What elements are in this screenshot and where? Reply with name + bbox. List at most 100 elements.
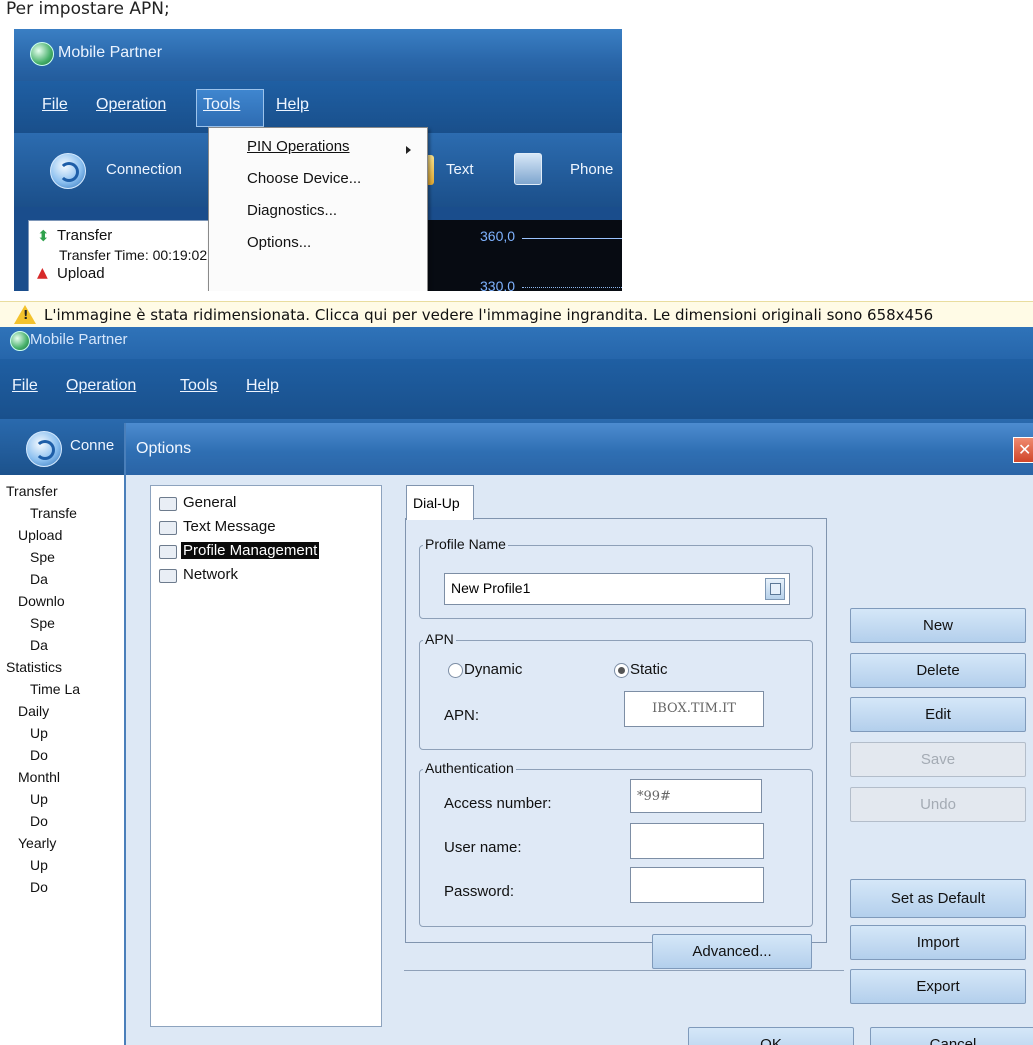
folder-icon: [159, 521, 177, 535]
title-bar: Mobile Partner: [0, 327, 1033, 359]
tree-item-label: Da: [30, 637, 48, 653]
set-default-button[interactable]: Set as Default: [850, 879, 1026, 918]
connection-icon[interactable]: [50, 153, 86, 189]
menu-tools[interactable]: Tools: [180, 377, 217, 395]
tree-item-label: Do: [30, 879, 48, 895]
toolbar-connection-label[interactable]: Conne: [70, 437, 114, 454]
tree-item-label: Downlo: [18, 593, 65, 609]
save-profile-button[interactable]: Save: [850, 742, 1026, 777]
tree-item[interactable]: Do: [30, 747, 48, 763]
tab-dial-up[interactable]: Dial-Up: [406, 485, 474, 520]
dropdown-button[interactable]: [765, 578, 785, 600]
phonebook-icon[interactable]: [514, 153, 542, 185]
tree-item[interactable]: Time La: [30, 681, 80, 697]
radio-static[interactable]: [614, 663, 629, 678]
tree-item-label: Da: [30, 571, 48, 587]
tree-item[interactable]: Da: [30, 571, 48, 587]
toolbar-text-label[interactable]: Text: [446, 161, 474, 178]
tree-item[interactable]: Upload: [18, 527, 62, 543]
toolbar-connection-label[interactable]: Connection: [106, 161, 182, 178]
user-name-input[interactable]: [630, 823, 764, 859]
profile-select-value: New Profile1: [451, 580, 531, 596]
menu-help[interactable]: Help: [276, 96, 309, 114]
menu-tools[interactable]: Tools: [203, 96, 240, 114]
nav-label: General: [183, 494, 237, 511]
tree-item-label: Yearly: [18, 835, 57, 851]
nav-label: Profile Management: [181, 542, 320, 559]
tab-label: Dial-Up: [413, 495, 460, 511]
undo-button[interactable]: Undo: [850, 787, 1026, 822]
password-label: Password:: [444, 883, 515, 900]
menu-file[interactable]: File: [42, 96, 68, 114]
app-title: Mobile Partner: [30, 331, 128, 348]
radio-static-label[interactable]: Static: [630, 661, 668, 678]
tree-item[interactable]: Up: [30, 791, 48, 807]
menu-item-options[interactable]: Options...: [247, 234, 311, 251]
tree-item[interactable]: Downlo: [18, 593, 65, 609]
tree-item[interactable]: Up: [30, 857, 48, 873]
dialog-title: Options: [136, 440, 192, 457]
profile-name-legend: Profile Name: [423, 536, 508, 552]
title-bar: Mobile Partner: [14, 29, 622, 81]
cancel-button[interactable]: Cancel: [870, 1027, 1033, 1045]
apn-input[interactable]: IBOX.TIM.IT: [624, 691, 764, 727]
tree-item[interactable]: Do: [30, 879, 48, 895]
password-input[interactable]: [630, 867, 764, 903]
screenshot-tools-menu: Mobile Partner File Operation Tools Help…: [14, 29, 622, 291]
tree-item[interactable]: Transfe: [30, 505, 77, 521]
close-icon: ✕: [1018, 440, 1032, 459]
chart-gridline: [522, 287, 622, 288]
tree-item-label: Time La: [30, 681, 81, 697]
tree-item[interactable]: Up: [30, 725, 48, 741]
menu-help[interactable]: Help: [246, 377, 279, 395]
radio-dynamic-label[interactable]: Dynamic: [464, 661, 522, 678]
new-profile-button[interactable]: New: [850, 608, 1026, 643]
chart-tick-label: 330,0: [480, 278, 516, 291]
tree-item[interactable]: Spe: [30, 549, 55, 565]
tree-item[interactable]: Monthl: [18, 769, 60, 785]
resize-warning-bar[interactable]: ! L'immagine è stata ridimensionata. Cli…: [0, 301, 1033, 329]
tree-item[interactable]: Yearly: [18, 835, 56, 851]
tree-item[interactable]: Spe: [30, 615, 55, 631]
chart-tick-label: 360,0: [480, 228, 516, 244]
tree-upload[interactable]: Upload: [57, 265, 105, 282]
resize-warning-text[interactable]: L'immagine è stata ridimensionata. Clicc…: [44, 306, 933, 324]
export-button[interactable]: Export: [850, 969, 1026, 1004]
advanced-button[interactable]: Advanced...: [652, 934, 812, 969]
edit-profile-button[interactable]: Edit: [850, 697, 1026, 732]
tree-item-label: Monthl: [18, 769, 61, 785]
tree-item-label: Up: [30, 725, 48, 741]
close-button[interactable]: ✕: [1013, 437, 1033, 463]
app-title: Mobile Partner: [58, 44, 163, 61]
tree-transfer[interactable]: Transfer: [57, 227, 112, 244]
tree-item[interactable]: Da: [30, 637, 48, 653]
menu-operation[interactable]: Operation: [96, 96, 166, 114]
import-button[interactable]: Import: [850, 925, 1026, 960]
menu-operation[interactable]: Operation: [66, 377, 136, 395]
options-category-list: General Text Message Profile Management …: [150, 485, 382, 1027]
menu-item-choose-device[interactable]: Choose Device...: [247, 170, 361, 187]
access-number-input[interactable]: *99#: [630, 779, 762, 813]
tree-item[interactable]: Transfer: [6, 483, 58, 499]
delete-profile-button[interactable]: Delete: [850, 653, 1026, 688]
tree-item-label: Transfe: [30, 505, 77, 521]
user-name-label: User name:: [444, 839, 522, 856]
connection-icon[interactable]: [26, 431, 62, 467]
chevron-down-icon: [770, 583, 781, 595]
menu-item-pin-operations[interactable]: PIN Operations: [247, 138, 350, 155]
access-number-label: Access number:: [444, 795, 552, 812]
upload-arrow-icon: ▲: [37, 265, 48, 281]
tree-transfer-time[interactable]: Transfer Time: 00:19:02: [59, 247, 207, 263]
profile-select[interactable]: New Profile1: [444, 573, 790, 605]
radio-dynamic[interactable]: [448, 663, 463, 678]
menu-item-diagnostics[interactable]: Diagnostics...: [247, 202, 337, 219]
toolbar-phonebook-label[interactable]: Phone: [570, 161, 613, 178]
folder-icon: [159, 497, 177, 511]
tree-item[interactable]: Statistics: [6, 659, 62, 675]
tree-item[interactable]: Do: [30, 813, 48, 829]
screenshot-options-dialog: Mobile Partner File Operation Tools Help…: [0, 327, 1033, 1045]
tree-item[interactable]: Daily: [18, 703, 49, 719]
menu-file[interactable]: File: [12, 377, 38, 395]
ok-button[interactable]: OK: [688, 1027, 854, 1045]
tools-dropdown-menu: PIN Operations Choose Device... Diagnost…: [208, 127, 428, 291]
